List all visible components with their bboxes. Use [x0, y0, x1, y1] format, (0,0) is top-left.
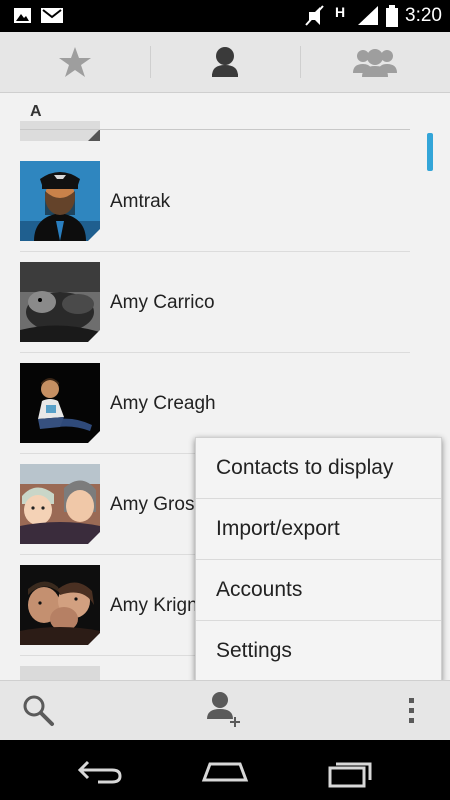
menu-item-settings[interactable]: Settings	[196, 621, 441, 681]
back-icon[interactable]	[76, 756, 126, 786]
add-contact-icon[interactable]	[205, 689, 245, 729]
group-icon	[353, 49, 397, 77]
network-type: H	[335, 4, 346, 20]
contact-row[interactable]: Amy Carrico	[20, 252, 410, 353]
overflow-menu: Contacts to display Import/export Accoun…	[195, 437, 442, 682]
overflow-menu-icon[interactable]	[407, 696, 417, 726]
picture-icon	[14, 8, 31, 23]
contact-photo	[20, 464, 100, 544]
signal-icon	[358, 6, 378, 25]
contact-name: Amy Carrico	[110, 292, 215, 313]
contact-row[interactable]: Amtrak	[20, 151, 410, 252]
contact-photo	[20, 363, 100, 443]
recents-icon[interactable]	[326, 754, 376, 788]
status-bar: H 3:20	[0, 0, 450, 32]
gmail-icon	[41, 8, 63, 23]
tab-groups[interactable]	[300, 32, 450, 92]
contact-name: Amtrak	[110, 191, 171, 212]
menu-item-contacts-to-display[interactable]: Contacts to display	[196, 438, 441, 499]
battery-icon	[386, 5, 398, 27]
contact-name: Amy Krign	[110, 595, 198, 616]
scrollbar[interactable]	[427, 133, 433, 171]
section-letter: A	[30, 103, 42, 120]
status-time: 3:20	[405, 5, 442, 26]
search-icon[interactable]	[22, 694, 56, 728]
bottom-action-bar	[0, 680, 450, 741]
navigation-bar	[0, 740, 450, 800]
contact-name: Amy Gros	[110, 494, 195, 515]
mute-icon	[305, 5, 324, 26]
star-icon	[59, 47, 91, 77]
menu-item-import-export[interactable]: Import/export	[196, 499, 441, 560]
tab-contacts[interactable]	[150, 32, 300, 92]
contact-photo	[20, 262, 100, 342]
person-icon	[212, 47, 238, 77]
tab-favorites[interactable]	[0, 32, 150, 92]
home-icon[interactable]	[200, 756, 250, 786]
menu-item-accounts[interactable]: Accounts	[196, 560, 441, 621]
contact-photo	[20, 161, 100, 241]
tab-bar	[0, 32, 450, 93]
partial-contact-photo	[20, 666, 100, 680]
partial-contact-photo	[20, 121, 100, 141]
contact-photo	[20, 565, 100, 645]
